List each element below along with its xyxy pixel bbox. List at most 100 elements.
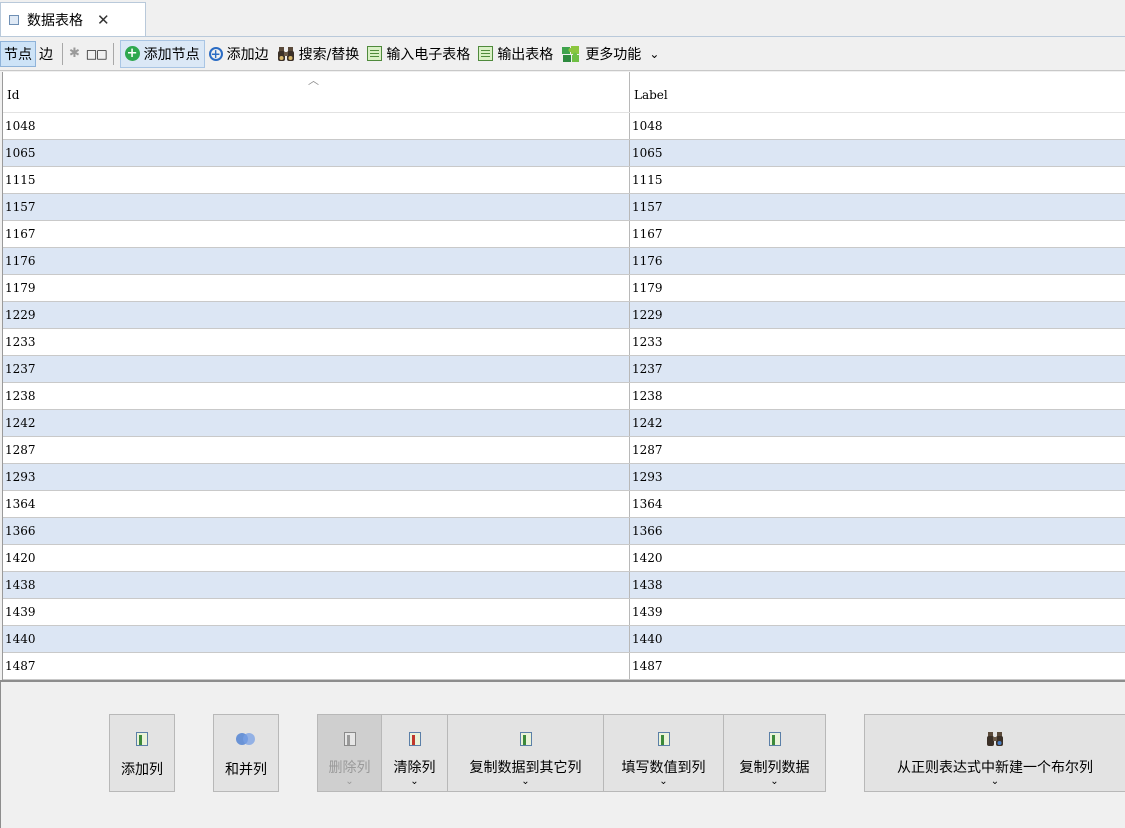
cell-id[interactable]: 1440	[3, 626, 630, 652]
table-row[interactable]: 1167 1167	[3, 221, 1125, 248]
cell-id[interactable]: 1048	[3, 113, 630, 139]
table-row[interactable]: 1157 1157	[3, 194, 1125, 221]
cell-id[interactable]: 1364	[3, 491, 630, 517]
cell-id[interactable]: 1438	[3, 572, 630, 598]
cell-id[interactable]: 1167	[3, 221, 630, 247]
more-functions-label: 更多功能	[585, 46, 642, 63]
table-row[interactable]: 1176 1176	[3, 248, 1125, 275]
table-row[interactable]: 1439 1439	[3, 599, 1125, 626]
nodes-toggle-label: 节点	[4, 46, 32, 63]
cell-id[interactable]: 1065	[3, 140, 630, 166]
cell-label[interactable]: 1438	[630, 572, 1125, 598]
cell-label[interactable]: 1293	[630, 464, 1125, 490]
cell-id[interactable]: 1157	[3, 194, 630, 220]
add-edge-button[interactable]: + 添加边	[205, 40, 273, 68]
add-column-button[interactable]: 添加列	[109, 714, 175, 792]
table-row[interactable]: 1048 1048	[3, 113, 1125, 140]
cell-id[interactable]: 1439	[3, 599, 630, 625]
cell-id[interactable]: 1293	[3, 464, 630, 490]
import-spreadsheet-label: 输入电子表格	[386, 46, 471, 63]
fill-values-label: 填写数值到列	[621, 760, 706, 776]
regex-boolean-column-button[interactable]: 从正则表达式中新建一个布尔列 ⌄	[864, 714, 1125, 792]
cell-label[interactable]: 1242	[630, 410, 1125, 436]
cell-label[interactable]: 1439	[630, 599, 1125, 625]
table-row[interactable]: 1366 1366	[3, 518, 1125, 545]
table-row[interactable]: 1115 1115	[3, 167, 1125, 194]
table-row[interactable]: 1287 1287	[3, 437, 1125, 464]
copy-column-data-button[interactable]: 复制列数据 ⌄	[723, 714, 826, 792]
cell-label[interactable]: 1157	[630, 194, 1125, 220]
import-spreadsheet-button[interactable]: 输入电子表格	[363, 40, 474, 68]
table-row[interactable]: 1293 1293	[3, 464, 1125, 491]
table-row[interactable]: 1238 1238	[3, 383, 1125, 410]
cell-label[interactable]: 1287	[630, 437, 1125, 463]
cell-label[interactable]: 1229	[630, 302, 1125, 328]
table-row[interactable]: 1364 1364	[3, 491, 1125, 518]
close-icon[interactable]: ✕	[97, 11, 110, 29]
chevron-down-icon: ⌄	[990, 776, 1000, 787]
search-replace-button[interactable]: 搜索/替换	[273, 40, 364, 68]
cell-id[interactable]: 1366	[3, 518, 630, 544]
add-column-label: 添加列	[121, 762, 163, 778]
cell-label[interactable]: 1440	[630, 626, 1125, 652]
cell-id[interactable]: 1242	[3, 410, 630, 436]
nodes-toggle[interactable]: 节点	[0, 40, 36, 67]
table-row[interactable]: 1487 1487	[3, 653, 1125, 680]
cell-label[interactable]: 1237	[630, 356, 1125, 382]
cell-id[interactable]: 1237	[3, 356, 630, 382]
copy-to-other-column-button[interactable]: 复制数据到其它列 ⌄	[447, 714, 604, 792]
cell-label[interactable]: 1167	[630, 221, 1125, 247]
table-icon	[9, 14, 19, 25]
column-header-label-col[interactable]: Label	[630, 72, 1125, 112]
cell-label[interactable]: 1115	[630, 167, 1125, 193]
table-row[interactable]: 1229 1229	[3, 302, 1125, 329]
fill-values-button[interactable]: 填写数值到列 ⌄	[603, 714, 724, 792]
merge-columns-button[interactable]: 和并列	[213, 714, 279, 792]
cell-id[interactable]: 1229	[3, 302, 630, 328]
export-table-button[interactable]: 输出表格	[474, 40, 557, 68]
cell-id[interactable]: 1115	[3, 167, 630, 193]
table-row[interactable]: 1438 1438	[3, 572, 1125, 599]
cell-id[interactable]: 1179	[3, 275, 630, 301]
cell-label[interactable]: 1420	[630, 545, 1125, 571]
cell-id[interactable]: 1287	[3, 437, 630, 463]
delete-column-button[interactable]: 删除列 ⌄	[317, 714, 382, 792]
table-row[interactable]: 1440 1440	[3, 626, 1125, 653]
cell-label[interactable]: 1176	[630, 248, 1125, 274]
table-row[interactable]: 1065 1065	[3, 140, 1125, 167]
cell-label[interactable]: 1048	[630, 113, 1125, 139]
cell-label[interactable]: 1233	[630, 329, 1125, 355]
table-row[interactable]: 1420 1420	[3, 545, 1125, 572]
squares-icon[interactable]: □□	[86, 47, 108, 61]
cell-label[interactable]: 1065	[630, 140, 1125, 166]
cell-label[interactable]: 1487	[630, 653, 1125, 679]
table-row[interactable]: 1242 1242	[3, 410, 1125, 437]
chevron-down-icon: ⌄	[521, 776, 530, 787]
table-row[interactable]: 1179 1179	[3, 275, 1125, 302]
add-green-icon: +	[124, 46, 140, 61]
cell-label[interactable]: 1364	[630, 491, 1125, 517]
gear-icon[interactable]: ✱	[69, 46, 80, 61]
more-functions-button[interactable]: 更多功能 ⌄	[557, 40, 663, 68]
cell-id[interactable]: 1238	[3, 383, 630, 409]
table-row[interactable]: 1233 1233	[3, 329, 1125, 356]
add-blue-icon: +	[208, 46, 223, 61]
column-icon	[657, 732, 670, 746]
cell-label[interactable]: 1366	[630, 518, 1125, 544]
table-row[interactable]: 1237 1237	[3, 356, 1125, 383]
add-node-button[interactable]: + 添加节点	[119, 39, 205, 68]
clear-column-button[interactable]: 清除列 ⌄	[381, 714, 448, 792]
cell-id[interactable]: 1176	[3, 248, 630, 274]
cell-id[interactable]: 1233	[3, 329, 630, 355]
column-header-id[interactable]: Id ︿	[3, 72, 630, 112]
tab-data-table[interactable]: 数据表格 ✕	[0, 2, 146, 36]
binoculars-icon	[987, 732, 1003, 746]
cell-label[interactable]: 1179	[630, 275, 1125, 301]
cell-label[interactable]: 1238	[630, 383, 1125, 409]
chevron-down-icon[interactable]: ⌄	[649, 47, 659, 61]
cell-id[interactable]: 1420	[3, 545, 630, 571]
edges-toggle[interactable]: 边	[36, 41, 56, 67]
cell-id[interactable]: 1487	[3, 653, 630, 679]
column-icon	[343, 732, 356, 746]
column-actions-panel: 添加列 和并列 删除列 ⌄ 清除列 ⌄ 复制数据到其它列 ⌄ 填写数值到列 ⌄ …	[0, 680, 1125, 828]
